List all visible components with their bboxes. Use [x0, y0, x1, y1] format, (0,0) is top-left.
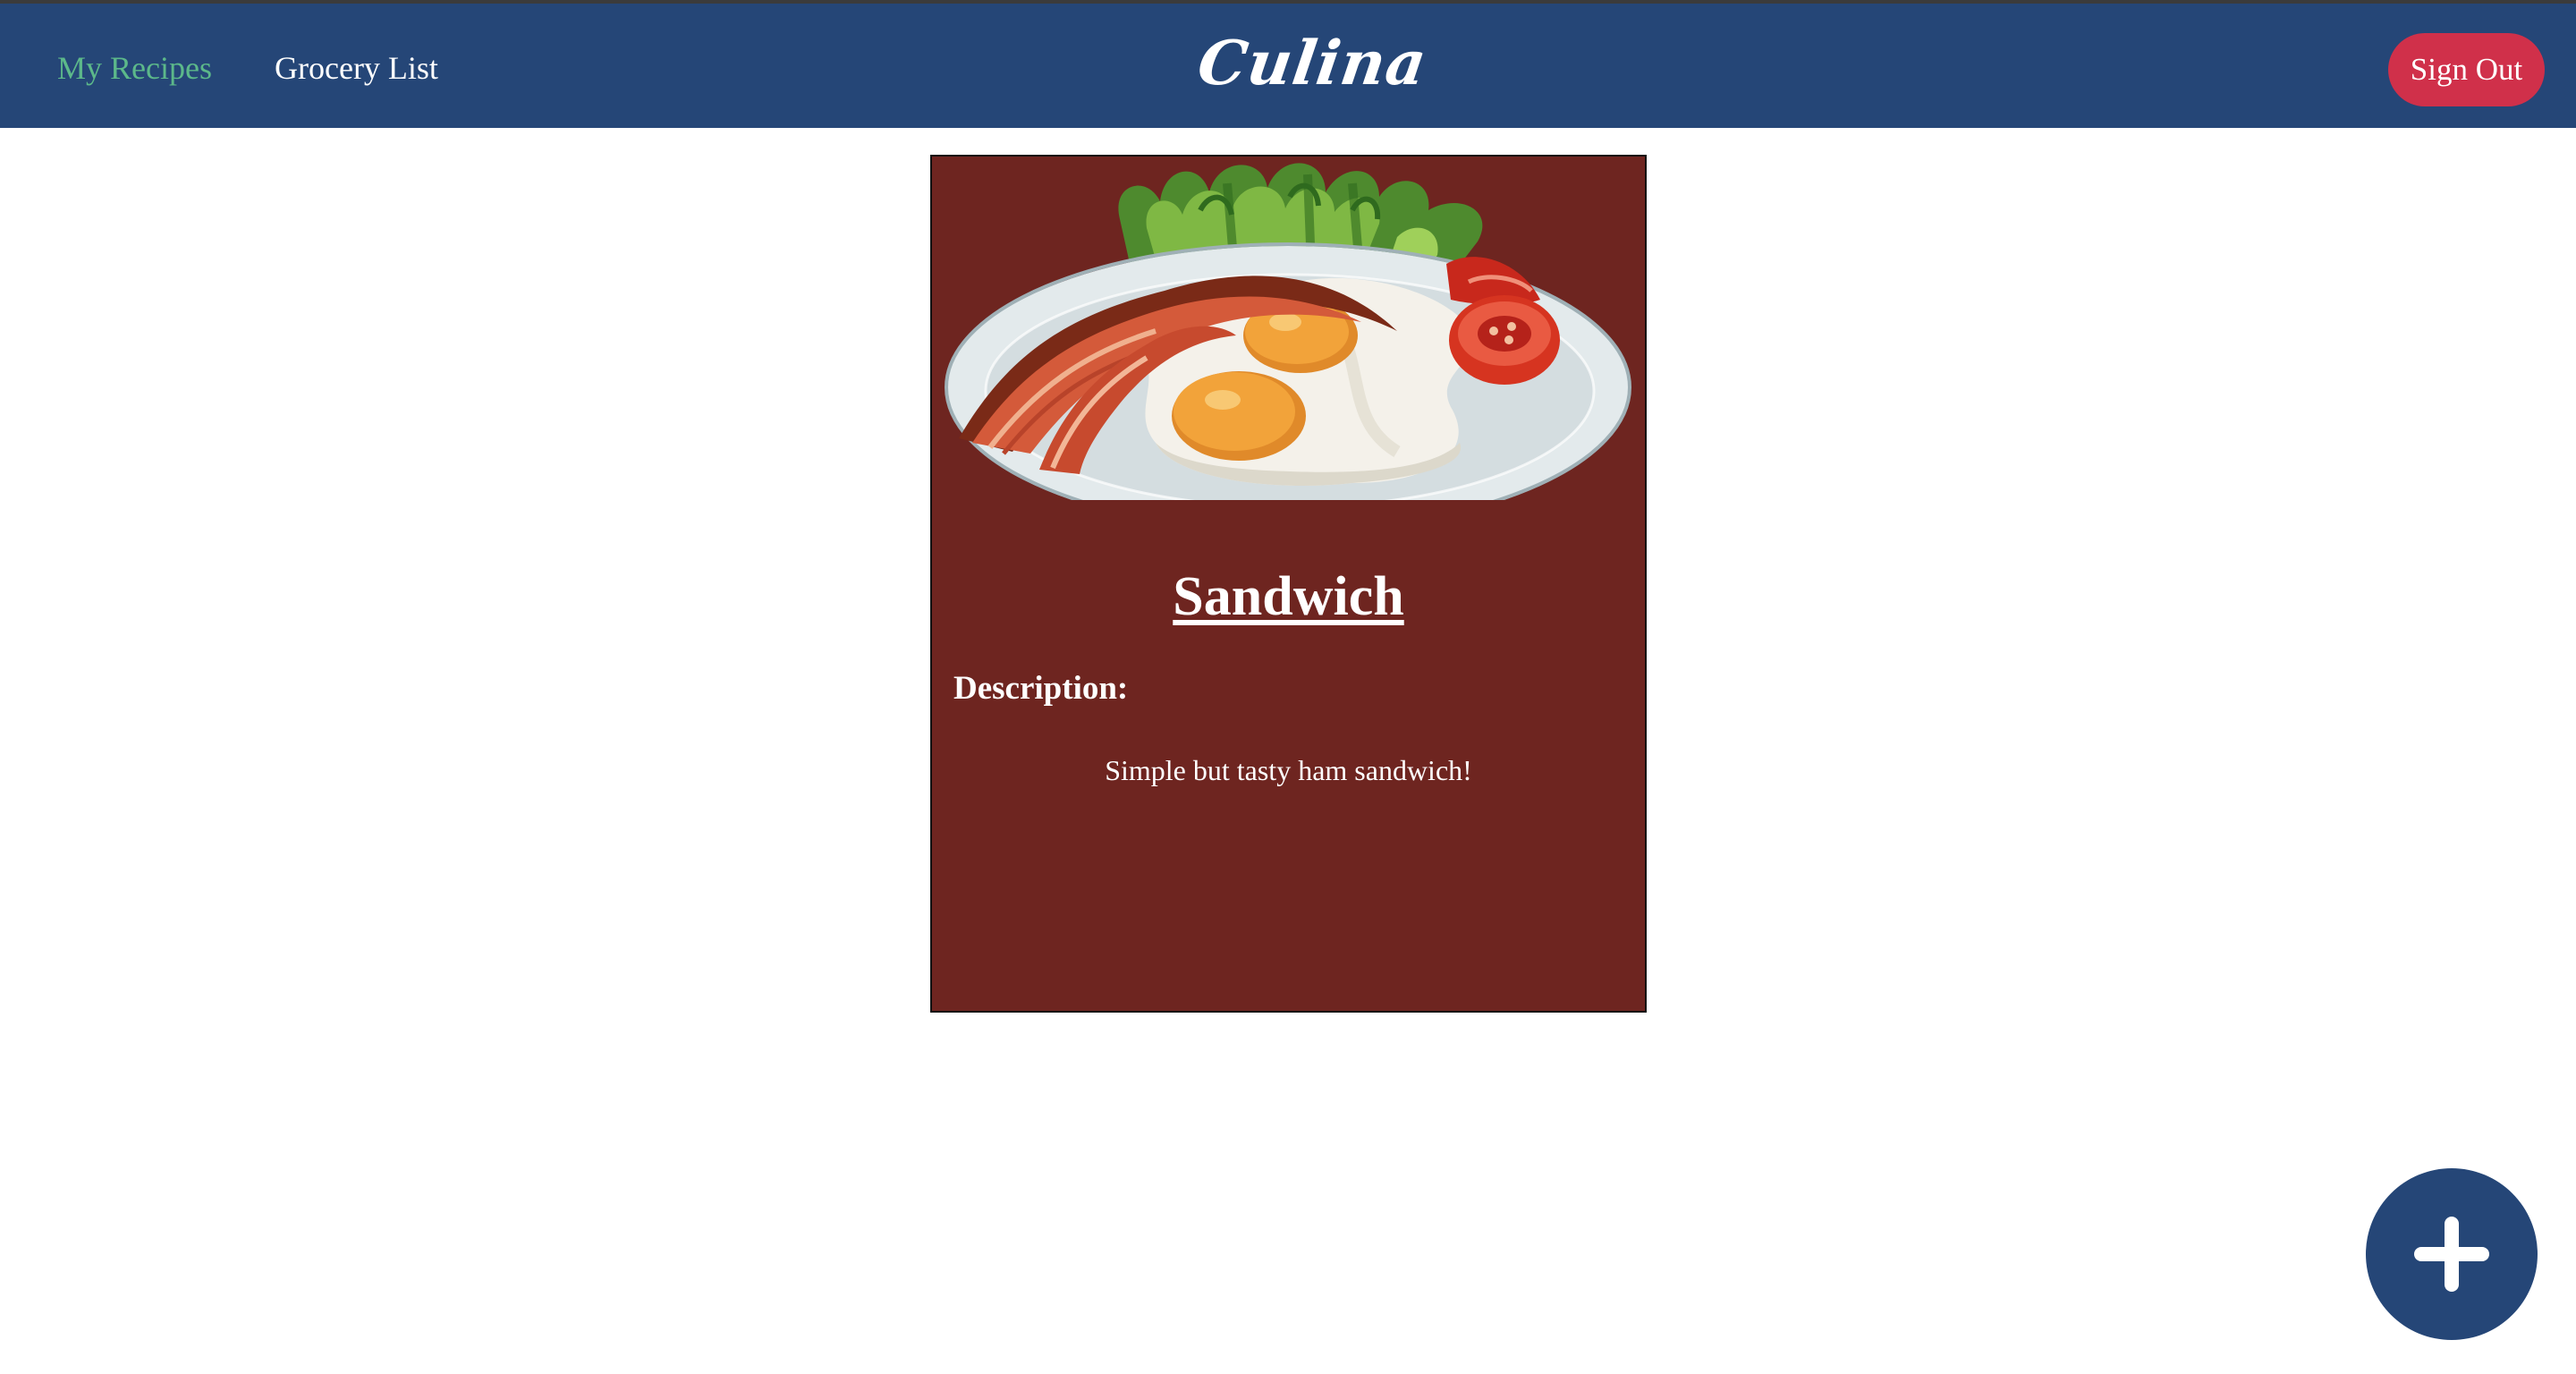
description-label: Description: [953, 670, 1129, 707]
plus-icon [2414, 1217, 2489, 1292]
breakfast-plate-image [945, 163, 1631, 500]
recipe-card[interactable]: Sandwich Description: Simple but tasty h… [930, 155, 1647, 1013]
recipe-title: Sandwich [1173, 566, 1404, 627]
tomato-slices [1446, 257, 1560, 385]
add-recipe-button[interactable] [2366, 1168, 2538, 1340]
nav-link-my-recipes[interactable]: My Recipes [57, 47, 212, 89]
sign-out-button[interactable]: Sign Out [2388, 33, 2545, 106]
top-navbar: My Recipes Grocery List Culina Sign Out [0, 0, 2576, 128]
brand-logo[interactable]: Culina [1193, 23, 1431, 104]
nav-link-grocery-list[interactable]: Grocery List [275, 47, 438, 89]
recipe-description: Simple but tasty ham sandwich! [1105, 754, 1472, 786]
